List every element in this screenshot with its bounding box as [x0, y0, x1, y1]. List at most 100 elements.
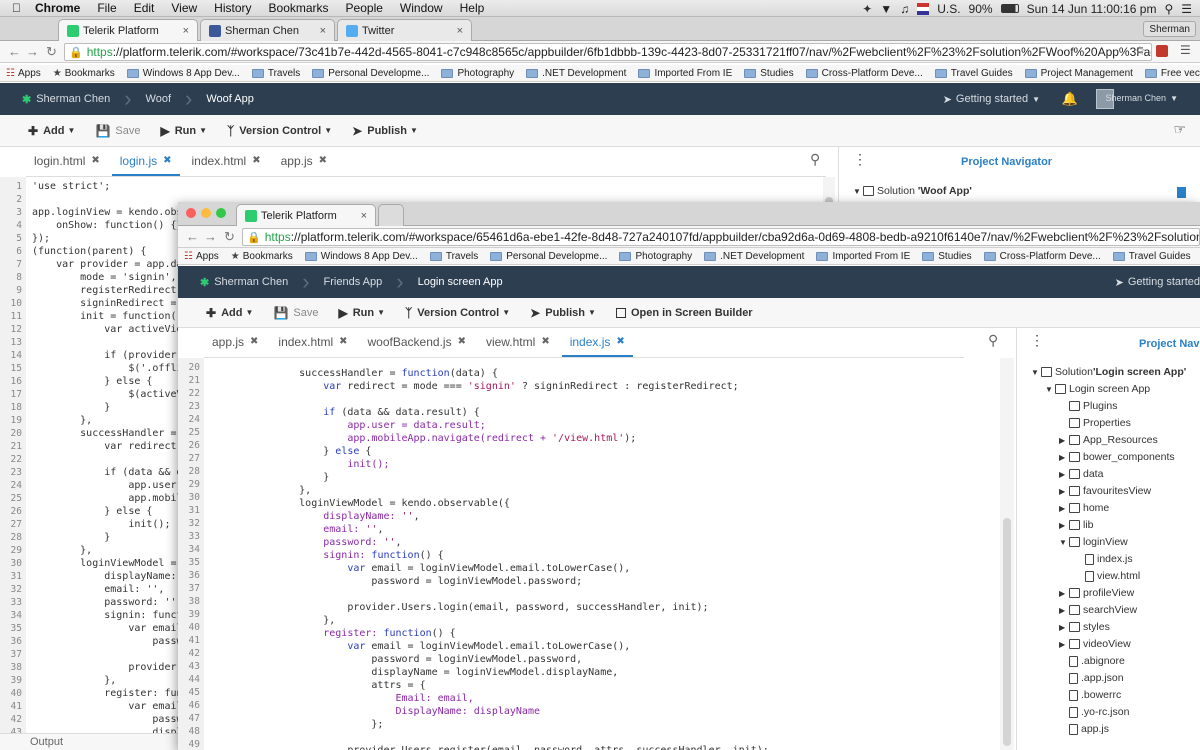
back-arrow-icon[interactable]: ←	[186, 229, 199, 244]
file-tab[interactable]: index.js ✖	[561, 328, 633, 357]
wifi-icon[interactable]: ▼	[880, 2, 892, 16]
back-tab-twitter[interactable]: Twitter ×	[337, 19, 472, 41]
bookmark-item[interactable]: .NET Development	[704, 251, 804, 262]
triangle-right-icon[interactable]: ▶	[1059, 521, 1069, 530]
menu-people[interactable]: People	[346, 1, 383, 15]
menu-bookmarks[interactable]: Bookmarks	[269, 1, 329, 15]
save-button[interactable]: 💾 Save	[273, 306, 318, 320]
chevron-down-icon[interactable]: ▼	[1170, 94, 1178, 103]
notification-center-icon[interactable]: ☰	[1181, 2, 1192, 16]
menu-window[interactable]: Window	[400, 1, 443, 15]
dropbox-icon[interactable]: ✦	[862, 2, 872, 16]
back-code-editor[interactable]: 'use strict'; app.loginView = kendo.obser…	[32, 177, 178, 733]
tree-item[interactable]: Properties	[1059, 415, 1131, 431]
bookmark-item[interactable]: Free vector icons - ...	[1144, 68, 1200, 79]
triangle-right-icon[interactable]: ▶	[1059, 640, 1069, 649]
search-icon[interactable]: ⚲	[810, 151, 820, 168]
tree-item[interactable]: Plugins	[1059, 398, 1117, 414]
tree-item[interactable]: ▶ videoView	[1059, 636, 1131, 652]
publish-button[interactable]: ➤ Publish ▼	[530, 306, 596, 320]
add-button[interactable]: ✚ Add ▼	[206, 306, 253, 320]
close-icon[interactable]: ✖	[339, 336, 347, 347]
close-icon[interactable]: ×	[361, 210, 367, 222]
bookmark-item[interactable]: Cross-Platform Deve...	[805, 68, 923, 79]
file-tab[interactable]: login.html ✖	[26, 147, 108, 176]
close-icon[interactable]: ✖	[250, 336, 258, 347]
bookmark-item[interactable]: Studies	[744, 68, 794, 79]
profile-button[interactable]: Sherman	[1143, 21, 1196, 37]
breadcrumb-item[interactable]: ✱ Sherman Chen	[8, 83, 124, 115]
breadcrumb-item[interactable]: Friends App	[310, 266, 397, 298]
front-code-editor[interactable]: successHandler = function(data) { var re…	[251, 358, 986, 750]
breadcrumb-item[interactable]: ✱ Sherman Chen	[186, 266, 302, 298]
solution-row[interactable]: ▼ Solution 'Woof App'	[853, 185, 972, 197]
tree-item[interactable]: .abignore	[1059, 653, 1125, 669]
menu-edit[interactable]: Edit	[134, 1, 155, 15]
front-editor-scrollbar[interactable]	[1000, 358, 1014, 750]
file-tab[interactable]: woofBackend.js ✖	[360, 328, 474, 357]
bookmark-item[interactable]: ☷ Apps	[6, 68, 41, 79]
bell-icon[interactable]: 🔔	[1062, 91, 1078, 107]
open-screen-builder-button[interactable]: Open in Screen Builder	[615, 307, 753, 319]
chrome-menu-icon[interactable]: ☰	[1180, 43, 1191, 57]
close-icon[interactable]: ×	[183, 25, 189, 37]
bookmark-star-icon[interactable]: ☆	[1134, 43, 1146, 59]
version-control-button[interactable]: ᛉ Version Control ▼	[227, 124, 332, 138]
tree-item[interactable]: ▼ Login screen App	[1045, 381, 1150, 397]
tree-item[interactable]: ▶ bower_components	[1059, 449, 1175, 465]
file-tab[interactable]: app.js ✖	[273, 147, 335, 176]
back-arrow-icon[interactable]: ←	[8, 44, 21, 59]
breadcrumb-item[interactable]: Woof	[132, 83, 185, 115]
tree-item[interactable]: .app.json	[1059, 670, 1124, 686]
tree-item[interactable]: ▶ home	[1059, 500, 1109, 516]
close-icon[interactable]: ✖	[252, 155, 260, 166]
new-tab-button[interactable]	[378, 204, 404, 226]
search-icon[interactable]: ⚲	[988, 332, 998, 349]
bookmark-item[interactable]: ★ Bookmarks	[231, 251, 293, 262]
file-tab[interactable]: view.html ✖	[478, 328, 558, 357]
volume-icon[interactable]: ♫	[900, 2, 909, 16]
bookmark-item[interactable]: Imported From IE	[816, 251, 910, 262]
add-button[interactable]: ✚ Add ▼	[28, 124, 75, 138]
menu-history[interactable]: History	[214, 1, 251, 15]
tree-item[interactable]: ▶ styles	[1059, 619, 1110, 635]
forward-arrow-icon[interactable]: →	[204, 229, 217, 244]
bookmark-item[interactable]: Imported From IE	[638, 68, 732, 79]
bookmark-item[interactable]: Travels	[429, 251, 478, 262]
back-tab-facebook[interactable]: Sherman Chen ×	[200, 19, 335, 41]
tree-item[interactable]: ▶ App_Resources	[1059, 432, 1158, 448]
pointer-icon[interactable]: ☞	[1173, 121, 1186, 138]
file-tab[interactable]: app.js ✖	[204, 328, 266, 357]
bookmark-item[interactable]: ☷ Apps	[184, 251, 219, 262]
flag-icon[interactable]	[917, 2, 930, 15]
tree-item[interactable]: ▶ searchView	[1059, 602, 1137, 618]
getting-started-menu[interactable]: ➤ Getting started ▼	[943, 83, 1040, 115]
triangle-right-icon[interactable]: ▶	[1059, 487, 1069, 496]
triangle-down-icon[interactable]: ▼	[1059, 538, 1069, 547]
close-icon[interactable]: ✖	[91, 155, 99, 166]
back-url-bar[interactable]: 🔒 https://platform.telerik.com/#workspac…	[64, 43, 1152, 61]
close-icon[interactable]: ✖	[616, 336, 624, 347]
document-icon[interactable]	[1177, 187, 1186, 198]
output-label[interactable]: Output	[30, 736, 63, 748]
close-icon[interactable]: ✖	[319, 155, 327, 166]
tree-item[interactable]: ▶ profileView	[1059, 585, 1134, 601]
extension-icon[interactable]	[1156, 45, 1168, 57]
close-icon[interactable]: ✖	[458, 336, 466, 347]
menu-help[interactable]: Help	[460, 1, 485, 15]
triangle-right-icon[interactable]: ▶	[1059, 589, 1069, 598]
bookmark-item[interactable]: Photography	[619, 251, 692, 262]
apple-icon[interactable]: 	[12, 1, 21, 15]
run-button[interactable]: ▶ Run ▼	[160, 124, 207, 138]
minimize-window-button[interactable]	[201, 208, 211, 218]
bookmark-item[interactable]: Studies	[922, 251, 972, 262]
menu-view[interactable]: View	[171, 1, 197, 15]
front-tab-telerik[interactable]: Telerik Platform ×	[236, 204, 376, 226]
getting-started-menu[interactable]: ➤ Getting started	[1115, 266, 1200, 298]
close-icon[interactable]: ×	[320, 25, 326, 37]
clock[interactable]: Sun 14 Jun 11:00:16 pm	[1027, 2, 1157, 16]
bookmark-item[interactable]: Personal Developme...	[490, 251, 607, 262]
triangle-right-icon[interactable]: ▶	[1059, 436, 1069, 445]
triangle-down-icon[interactable]: ▼	[1031, 368, 1041, 377]
bookmark-item[interactable]: Cross-Platform Deve...	[983, 251, 1101, 262]
